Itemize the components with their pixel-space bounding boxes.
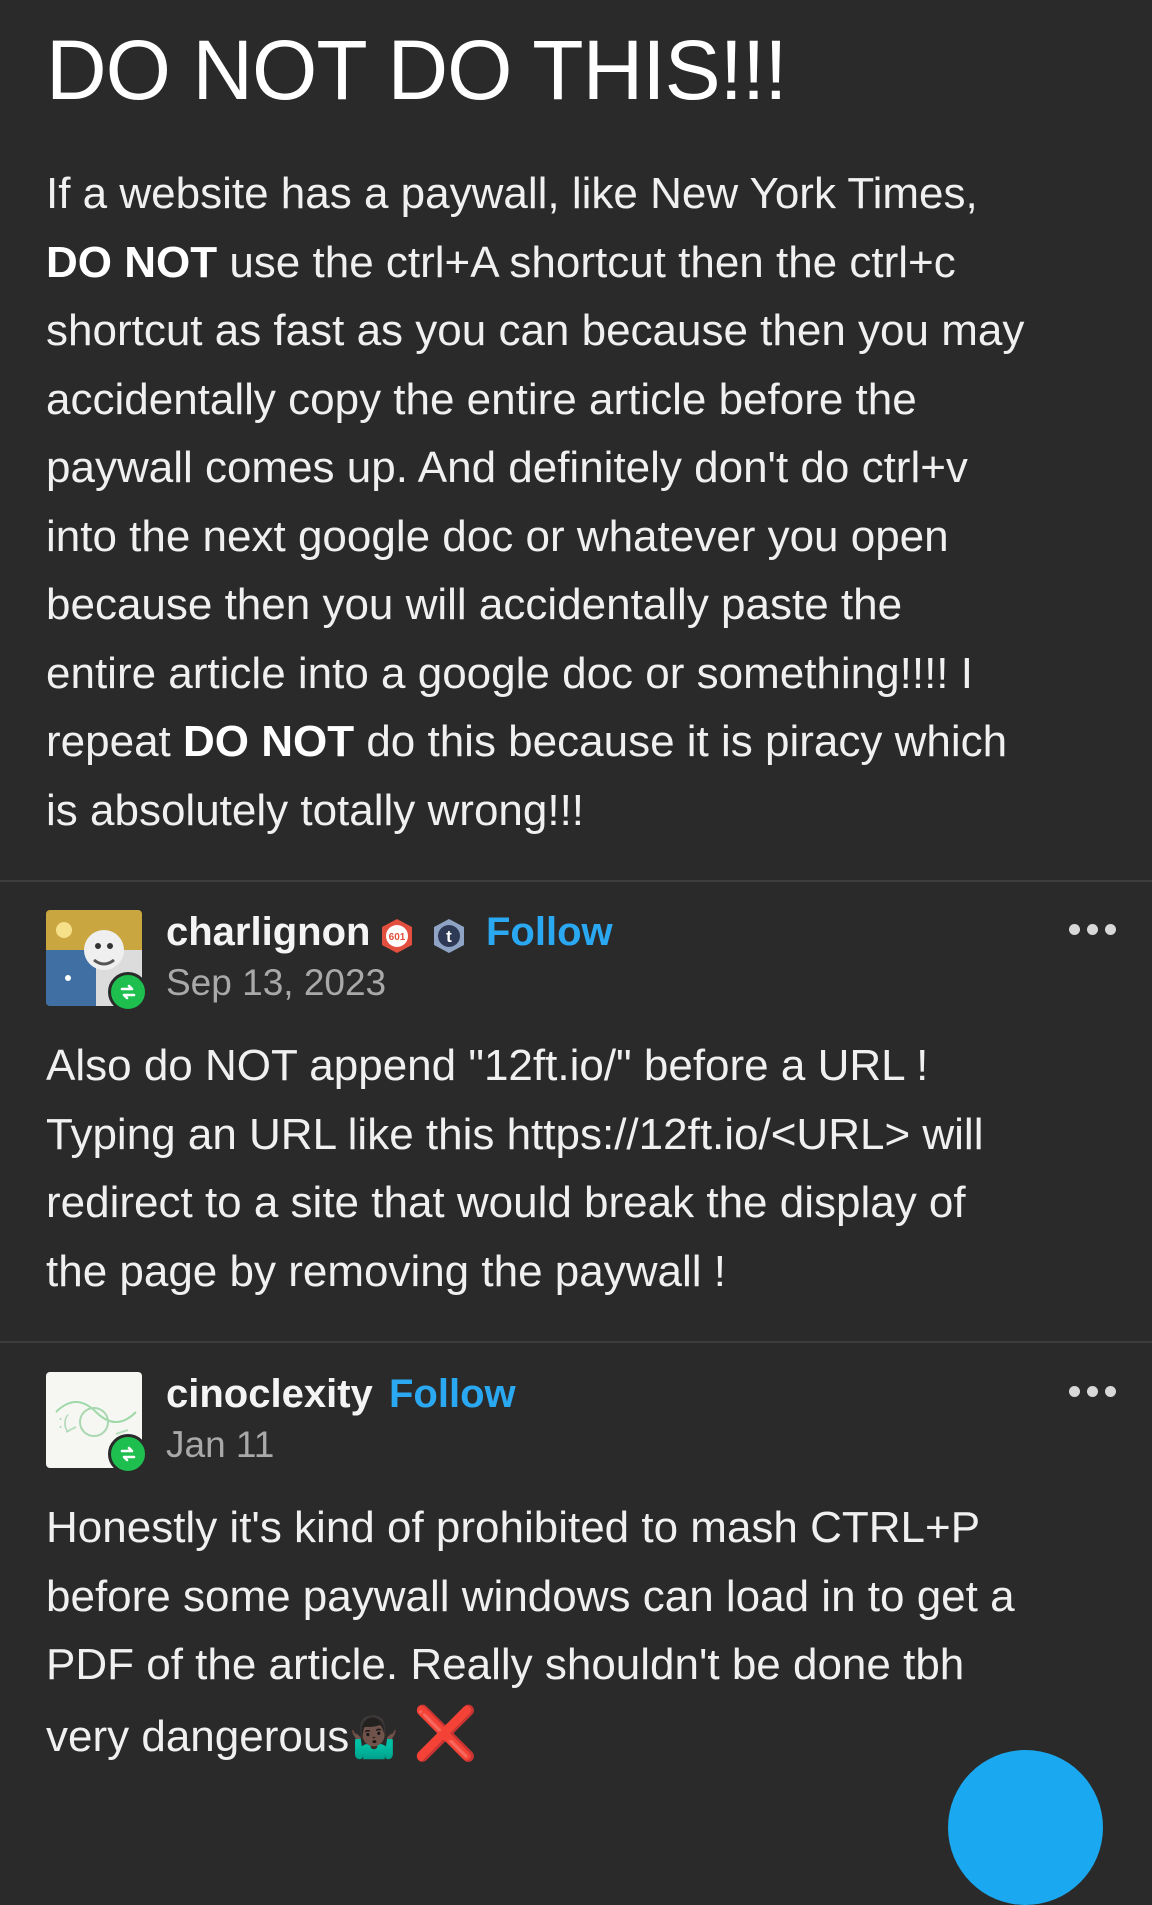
original-post: DO NOT DO THIS!!! If a website has a pay… — [0, 0, 1152, 835]
badge-number: 601 — [389, 932, 406, 943]
reblog-text-line: Also do NOT append "12ft.io/" before a U… — [46, 1041, 929, 1090]
post-date[interactable]: Sep 13, 2023 — [166, 962, 386, 1004]
post-text-line: accidentally copy the entire article bef… — [46, 366, 1116, 435]
text: Honestly it's kind of prohibited to mash… — [46, 1503, 981, 1552]
text: use the ctrl+A shortcut then the ctrl+c — [217, 237, 956, 287]
username[interactable]: charlignon — [166, 910, 370, 955]
reblog-text-line: the page by removing the paywall ! — [46, 1246, 726, 1296]
svg-text:t: t — [446, 927, 452, 946]
reblog-text-line: redirect to a site that would break the … — [46, 1178, 966, 1227]
text: very dangerous — [46, 1711, 350, 1761]
reblog-header: charlignon 601 t Follow Sep 13, 2023 — [46, 910, 1116, 1012]
divider — [0, 1341, 1152, 1343]
reblog-text-line: before some paywall windows can load in … — [46, 1563, 1116, 1632]
emphasis-text: DO NOT — [182, 717, 355, 766]
emphasis-text: DO NOT — [46, 237, 218, 287]
text: entire article into a google doc or some… — [46, 648, 973, 698]
reblog-icon — [108, 1434, 148, 1474]
post-text-line: If a website has a paywall, like New Yor… — [46, 160, 1116, 229]
post-text-line: because then you will accidentally paste… — [46, 571, 1116, 640]
svg-text::(: :( — [58, 1412, 69, 1432]
reblog-text-line: Typing an URL like this https://12ft.io/… — [46, 1109, 984, 1159]
more-options-icon[interactable] — [1069, 1386, 1116, 1397]
post-text-line: is absolutely totally wrong!!! — [46, 777, 1116, 846]
post-text-line: into the next google doc or whatever you… — [46, 503, 1116, 572]
post-text-line: shortcut as fast as you can because then… — [46, 297, 1116, 366]
text: paywall comes up. And definitely don't d… — [46, 443, 968, 492]
post-text-line: entire article into a google doc or some… — [46, 640, 1116, 709]
text: PDF of the article. Really shouldn't be … — [46, 1640, 965, 1689]
text: is absolutely totally wrong!!! — [46, 785, 585, 835]
text: shortcut as fast as you can because then… — [46, 306, 1025, 355]
post-text-line: paywall comes up. And definitely don't d… — [46, 434, 1116, 503]
more-options-icon[interactable] — [1069, 924, 1116, 935]
username[interactable]: cinoclexity — [166, 1372, 373, 1417]
post-text-line: DO NOT use the ctrl+A shortcut then the … — [46, 229, 1116, 298]
reblog-text-line: Honestly it's kind of prohibited to mash… — [46, 1494, 1116, 1563]
text: into the next google doc or whatever you… — [46, 511, 949, 561]
divider — [0, 880, 1152, 882]
reblog-text-line: PDF of the article. Really shouldn't be … — [46, 1631, 1116, 1700]
post-title: DO NOT DO THIS!!! — [46, 23, 788, 117]
community-badge-icon: 601 — [382, 919, 412, 953]
follow-button[interactable]: Follow — [389, 1372, 516, 1417]
text: because then you will accidentally paste… — [46, 580, 903, 629]
text: do this because it is piracy which — [354, 717, 1008, 766]
post-date[interactable]: Jan 11 — [166, 1424, 274, 1466]
text: repeat — [46, 717, 183, 766]
post-text-line: repeat DO NOT do this because it is pira… — [46, 708, 1116, 777]
reblog-text-line: very dangerous🤷🏿‍♂️ ❌ — [46, 1700, 1116, 1773]
compose-button[interactable] — [948, 1750, 1103, 1905]
text: accidentally copy the entire article bef… — [46, 374, 917, 424]
reblog-header: :( cinoclexity Follow Jan 11 — [46, 1372, 1116, 1474]
reblog-icon — [108, 972, 148, 1012]
text: before some paywall windows can load in … — [46, 1571, 1015, 1621]
shrug-emoji: 🤷🏿‍♂️ — [349, 1715, 400, 1760]
follow-button[interactable]: Follow — [486, 910, 613, 955]
cross-mark-emoji: ❌ — [413, 1704, 478, 1763]
text: If a website has a paywall, like New Yor… — [46, 169, 978, 218]
tumblr-badge-icon: t — [434, 919, 464, 953]
